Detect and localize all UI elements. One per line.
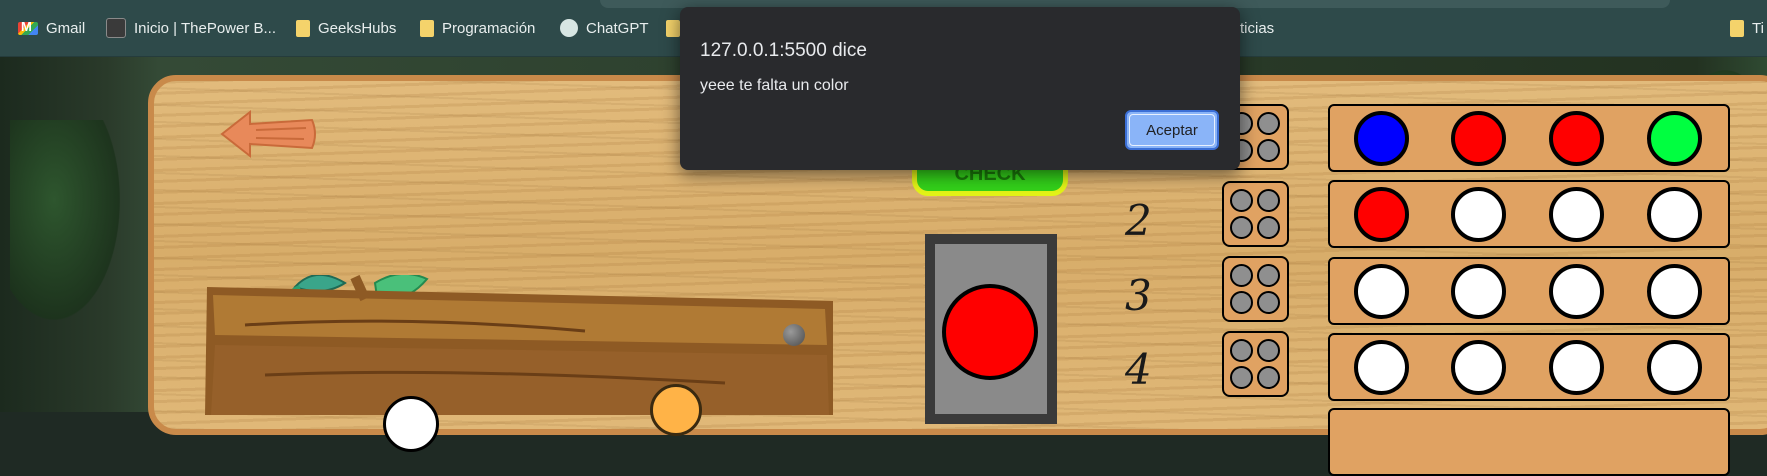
guess-peg[interactable] [1647,187,1702,242]
alert-message: yeee te falta un color [700,77,849,94]
guess-peg[interactable] [1451,264,1506,319]
bookmark-label: Ti [1752,19,1764,37]
chatgpt-icon [560,19,578,37]
bookmark-chatgpt[interactable]: ChatGPT [560,18,649,38]
hint-peg [1257,112,1280,135]
jungle-leaves-left [10,120,120,320]
wooden-plank [205,275,833,415]
accept-button[interactable]: Aceptar [1125,110,1219,150]
guess-peg[interactable] [1451,187,1506,242]
bookmark-noticias[interactable]: ticias [1240,18,1274,38]
guess-row [1328,257,1730,325]
folder-icon [1730,19,1744,37]
bookmark-label: ChatGPT [586,19,649,37]
bookmark-geekshubs[interactable]: GeeksHubs [296,18,396,38]
bookmark-label: GeeksHubs [318,19,397,37]
alert-title: 127.0.0.1:5500 dice [700,40,867,61]
hint-peg [1257,366,1280,389]
hint-peg [1230,216,1253,239]
folder-icon [296,19,310,37]
nail [783,324,805,346]
guess-peg[interactable] [1549,340,1604,395]
bookmark-programacion[interactable]: Programación [420,18,535,38]
folder-icon [666,19,680,37]
guess-row [1328,333,1730,401]
hint-peg [1230,339,1253,362]
bookmark-label: ticias [1240,19,1275,37]
hint-peg [1257,189,1280,212]
guess-peg[interactable] [1354,111,1409,166]
guess-peg[interactable] [1647,340,1702,395]
guess-row [1328,408,1730,476]
bookmark-folder-hidden[interactable] [666,18,680,38]
guess-row [1328,180,1730,248]
alert-dialog: 127.0.0.1:5500 dice yeee te falta un col… [680,7,1240,170]
selected-color-ball[interactable] [942,284,1038,380]
guess-peg[interactable] [1354,340,1409,395]
guess-peg[interactable] [1451,340,1506,395]
guess-peg[interactable] [1647,111,1702,166]
bookmark-overflow[interactable]: Ti [1730,18,1764,38]
folder-icon [420,19,434,37]
row-number: 4 [1125,345,1152,394]
color-option-orange[interactable] [650,384,702,436]
color-option-white[interactable] [383,396,439,452]
hint-peg [1257,339,1280,362]
back-arrow-icon[interactable] [220,108,320,160]
bookmark-label: Inicio | ThePower B... [134,19,277,37]
row-number: 3 [1125,271,1152,320]
hint-peg [1230,366,1253,389]
row-number: 2 [1125,196,1152,245]
guess-peg[interactable] [1549,264,1604,319]
guess-peg[interactable] [1647,264,1702,319]
hint-peg [1257,291,1280,314]
bookmark-label: Gmail [46,19,86,37]
gmail-icon [18,19,38,36]
hint-peg [1257,216,1280,239]
guess-peg[interactable] [1549,187,1604,242]
thepower-icon [106,18,126,38]
guess-peg[interactable] [1354,187,1409,242]
guess-row [1328,104,1730,172]
bookmark-gmail[interactable]: Gmail [18,18,85,38]
hint-peg [1230,291,1253,314]
hint-peg [1230,264,1253,287]
hint-peg [1230,189,1253,212]
hint-peg [1257,264,1280,287]
bookmark-thepower[interactable]: Inicio | ThePower B... [106,18,276,38]
hint-peg [1257,139,1280,162]
hint-box [1222,256,1289,322]
guess-peg[interactable] [1354,264,1409,319]
guess-peg[interactable] [1451,111,1506,166]
hint-box [1222,331,1289,397]
hint-box [1222,181,1289,247]
bookmark-label: Programación [442,19,536,37]
guess-peg[interactable] [1549,111,1604,166]
